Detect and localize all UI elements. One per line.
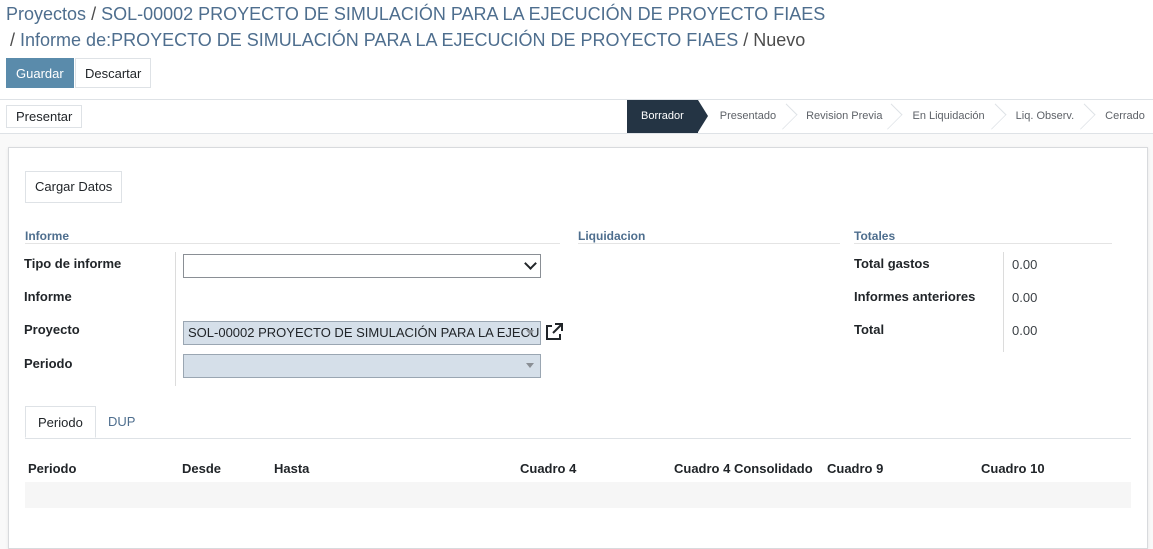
total-value: 0.00 [1012,323,1038,338]
save-button[interactable]: Guardar [6,58,74,88]
field-label-report-type: Tipo de informe [24,256,122,271]
column-header-cuadro-4-consolidado[interactable]: Cuadro 4 Consolidado [674,461,813,476]
column-header-cuadro-10[interactable]: Cuadro 10 [981,461,1045,476]
column-header-to[interactable]: Hasta [274,461,309,476]
breadcrumb-separator: / [10,30,16,50]
stage-pre-review[interactable]: Revision Previa [791,100,896,133]
notebook-tabs: Periodo DUP [25,406,1131,439]
column-header-period[interactable]: Periodo [28,461,76,476]
breadcrumb-project-link[interactable]: SOL-00002 PROYECTO DE SIMULACIÓN PARA LA… [101,4,825,24]
project-field[interactable]: SOL-00002 PROYECTO DE SIMULACIÓN PARA LA… [183,321,541,345]
caret-down-icon [526,363,534,368]
statusbar: Presentar Borrador Presentado Revision P… [0,100,1153,134]
breadcrumb-report-link[interactable]: Informe de:PROYECTO DE SIMULACIÓN PARA L… [20,30,738,50]
form-sheet: Cargar Datos Informe Liquidacion Totales… [8,147,1148,549]
stage-liq-observed[interactable]: Liq. Observ. [1000,100,1090,133]
group-title-informe: Informe [25,229,70,243]
stage-draft[interactable]: Borrador [627,100,708,133]
chevron-down-icon [524,257,537,270]
control-panel: Proyectos / SOL-00002 PROYECTO DE SIMULA… [0,0,1153,100]
report-type-select[interactable] [183,254,541,278]
tab-periodo[interactable]: Periodo [25,406,96,438]
total-expenses-value: 0.00 [1012,257,1038,272]
breadcrumb-projects-link[interactable]: Proyectos [6,4,86,24]
field-label-period: Periodo [24,356,73,371]
field-label-report: Informe [24,289,72,304]
field-label-project: Proyecto [24,322,80,337]
stage-submitted[interactable]: Presentado [698,100,791,133]
discard-button[interactable]: Descartar [75,58,152,88]
period-field[interactable] [183,354,541,378]
group-divider [25,243,560,244]
column-header-cuadro-4[interactable]: Cuadro 4 [520,461,576,476]
table-row [25,482,1131,508]
group-divider [854,243,1112,244]
group-divider [578,243,840,244]
breadcrumb-line-2: / Informe de:PROYECTO DE SIMULACIÓN PARA… [10,30,805,51]
stage-in-liquidation[interactable]: En Liquidación [896,100,999,133]
previous-reports-value: 0.00 [1012,290,1038,305]
caret-down-icon [526,330,534,335]
label-separator [175,252,176,386]
breadcrumb-current: Nuevo [753,30,806,50]
project-value: SOL-00002 PROYECTO DE SIMULACIÓN PARA LA… [188,325,541,340]
breadcrumb: Proyectos / SOL-00002 PROYECTO DE SIMULA… [6,4,825,25]
column-header-cuadro-9[interactable]: Cuadro 9 [827,461,883,476]
external-link-icon[interactable] [544,322,564,342]
column-header-from[interactable]: Desde [182,461,221,476]
total-expenses-label: Total gastos [854,256,930,271]
breadcrumb-separator: / [743,30,749,50]
total-label: Total [854,322,885,337]
breadcrumb-separator: / [91,4,97,24]
previous-reports-label: Informes anteriores [854,289,976,304]
label-separator [1003,252,1004,352]
stage-closed[interactable]: Cerrado [1089,100,1151,133]
stage-pipeline: Borrador Presentado Revision Previa En L… [627,100,1151,133]
submit-button[interactable]: Presentar [6,105,83,128]
tab-dup[interactable]: DUP [96,406,147,438]
group-title-totales: Totales [854,229,896,243]
group-title-liquidacion: Liquidacion [578,229,646,243]
load-data-button[interactable]: Cargar Datos [25,171,123,203]
